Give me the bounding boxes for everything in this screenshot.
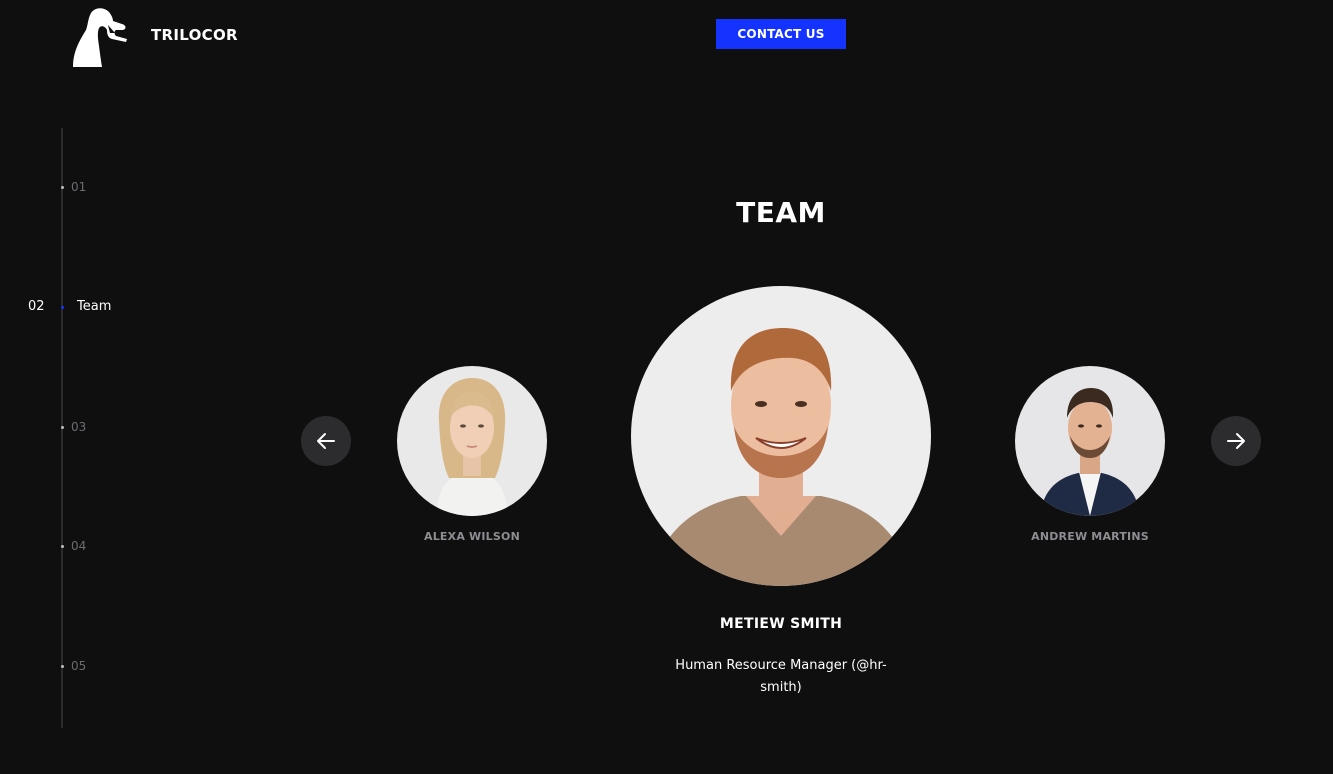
side-nav-item-04[interactable]: 04 [0,534,200,558]
nav-label: Team [77,299,112,314]
team-member-name-right: ANDREW MARTINS [1031,530,1149,543]
team-member-name-left: ALEXA WILSON [424,530,520,543]
team-member-photo-center[interactable] [631,286,931,586]
team-member-photo-left[interactable] [397,366,547,516]
brand-name[interactable]: TRILOCOR [151,25,238,45]
nav-number: 05 [71,659,87,673]
team-member-name-featured: METIEW SMITH [719,616,843,632]
nav-dot [61,186,64,189]
nav-dot [61,545,64,548]
carousel-prev-button[interactable] [301,416,351,466]
team-page: TRILOCOR CONTACT US 01 02 Team 03 04 05 … [0,0,1333,774]
nav-number: 02 [28,299,45,314]
contact-us-button[interactable]: CONTACT US [716,19,846,49]
nav-dot [61,426,64,429]
section-title: TEAM [736,196,826,229]
team-member-photo-right[interactable] [1015,366,1165,516]
nav-number: 01 [71,180,87,194]
side-nav-item-05[interactable]: 05 [0,654,200,678]
nav-dot [61,665,64,668]
nav-number: 03 [71,420,87,434]
arrow-left-icon [317,433,335,449]
nav-dot-active [61,306,64,309]
side-nav-item-02[interactable]: 02 Team [0,295,200,319]
side-nav-item-01[interactable]: 01 [0,175,200,199]
side-nav-item-03[interactable]: 03 [0,415,200,439]
team-member-role-featured: Human Resource Manager (@hr-smith) [675,658,887,695]
arrow-right-icon [1227,433,1245,449]
swan-logo-icon[interactable] [70,6,130,68]
carousel-next-button[interactable] [1211,416,1261,466]
nav-number: 04 [71,539,87,553]
